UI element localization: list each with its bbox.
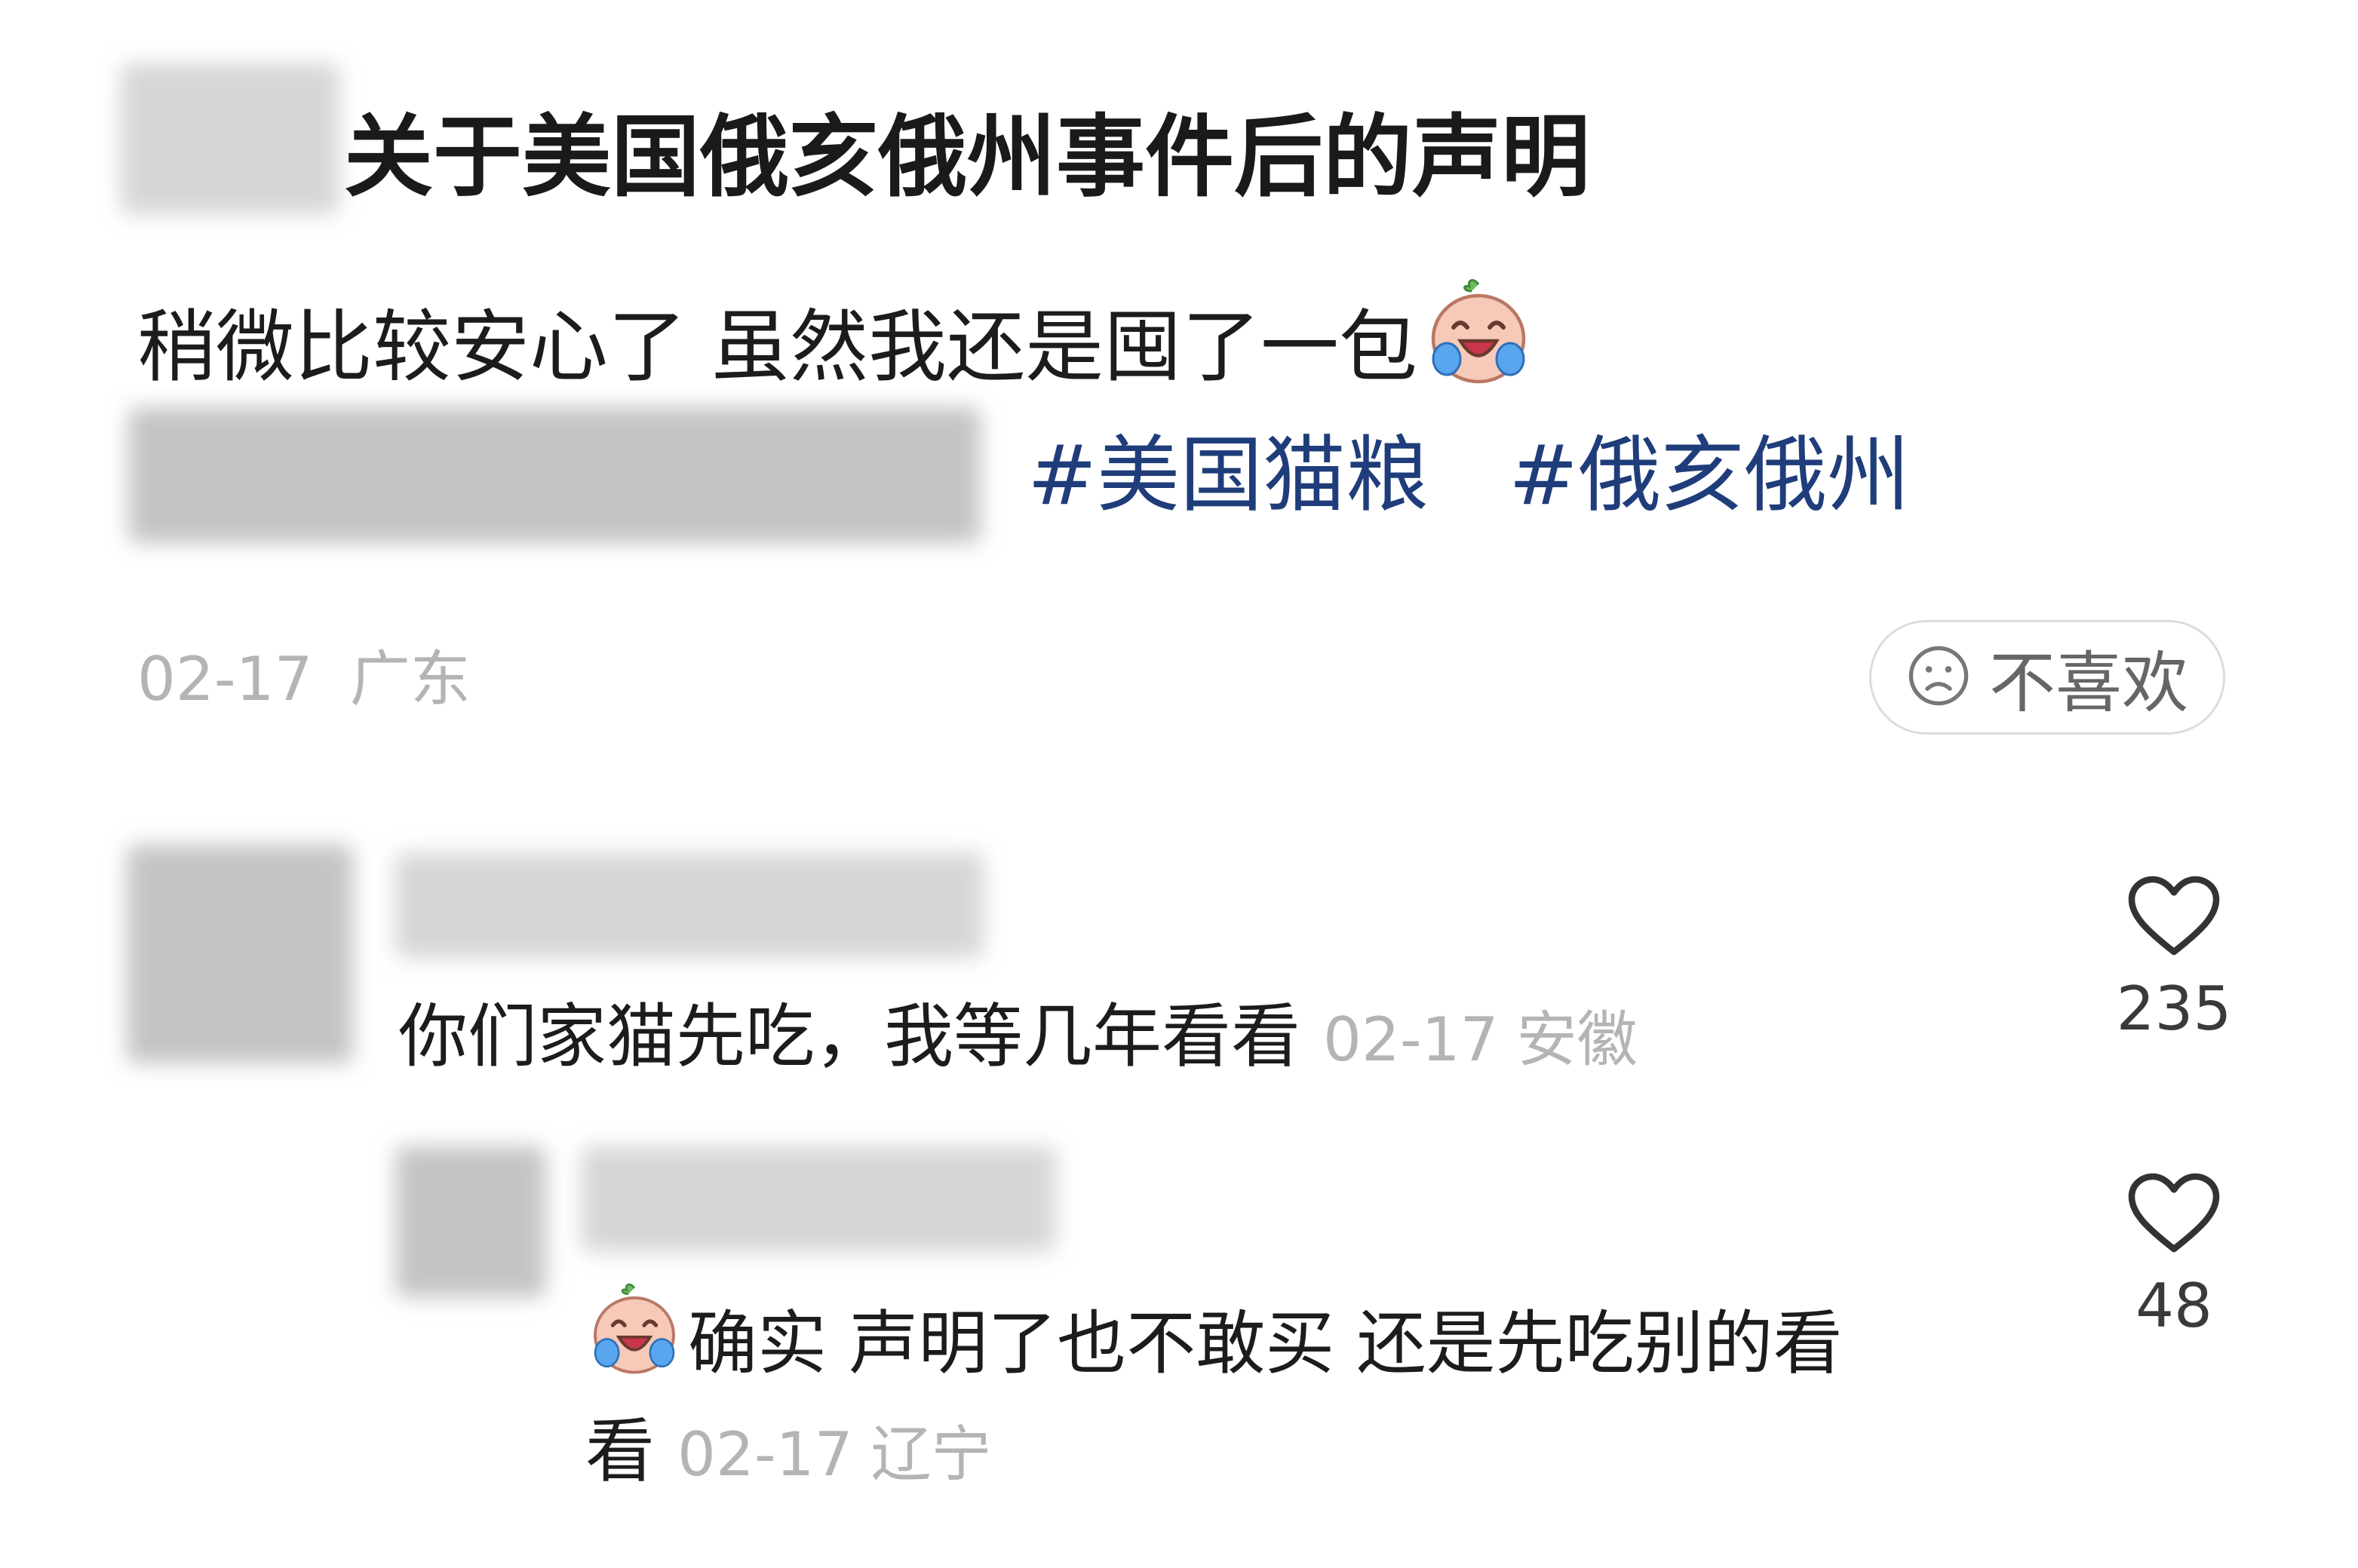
like-count: 48 [2135, 1271, 2212, 1341]
post-body-text: 稍微比较安心了 虽然我还是囤了一包 [137, 301, 1418, 393]
post-title: 关于美国俄亥俄州事件后的声明 [344, 105, 1591, 209]
reply-text-line2: 看 02-17 辽宁 [585, 1403, 991, 1504]
comment-text: 你们家猫先吃，我等几年看看 02-17 安徽 [398, 988, 1637, 1089]
like-count: 235 [2116, 974, 2232, 1044]
comment-like[interactable]: 235 [2083, 873, 2264, 1047]
comment-date: 02-17 [1323, 1005, 1499, 1075]
post-meta: 02-17 广东 [137, 638, 471, 721]
reply-username-blurred[interactable] [581, 1146, 1056, 1252]
crying-laughing-emoji-icon [585, 1282, 683, 1406]
reply-body-line2: 看 [585, 1411, 656, 1492]
heart-outline-icon[interactable] [2126, 1171, 2222, 1258]
reply-like[interactable]: 48 [2083, 1171, 2264, 1344]
dislike-label: 不喜欢 [1988, 643, 2188, 722]
post-date: 02-17 [137, 644, 313, 714]
post-blurred-content [128, 407, 981, 543]
comment-body: 你们家猫先吃，我等几年看看 [398, 996, 1301, 1077]
dislike-button[interactable]: 不喜欢 [1869, 620, 2225, 735]
reply-date: 02-17 [677, 1419, 853, 1490]
reply-avatar-blurred[interactable] [395, 1146, 546, 1297]
comment-username-blurred[interactable] [395, 852, 984, 958]
sad-face-icon [1906, 643, 1971, 711]
comment-avatar-blurred[interactable] [127, 845, 353, 1063]
crying-laughing-emoji-icon [1422, 278, 1535, 416]
hashtag-cat-food[interactable]: #美国猫粮 [1027, 422, 1429, 528]
heart-outline-icon[interactable] [2126, 873, 2222, 961]
post-author-avatar-blurred[interactable] [121, 63, 339, 214]
hashtag-ohio[interactable]: #俄亥俄州 [1509, 422, 1910, 528]
reply-text-line1: 确实 声明了也不敢买 还是先吃别的看 [585, 1282, 1843, 1406]
post-body: 稍微比较安心了 虽然我还是囤了一包 [137, 278, 1535, 416]
comment-location: 安徽 [1516, 1005, 1638, 1075]
reply-location: 辽宁 [870, 1419, 992, 1490]
reply-body-line1: 确实 声明了也不敢买 还是先吃别的看 [688, 1303, 1843, 1384]
post-location: 广东 [349, 644, 471, 714]
